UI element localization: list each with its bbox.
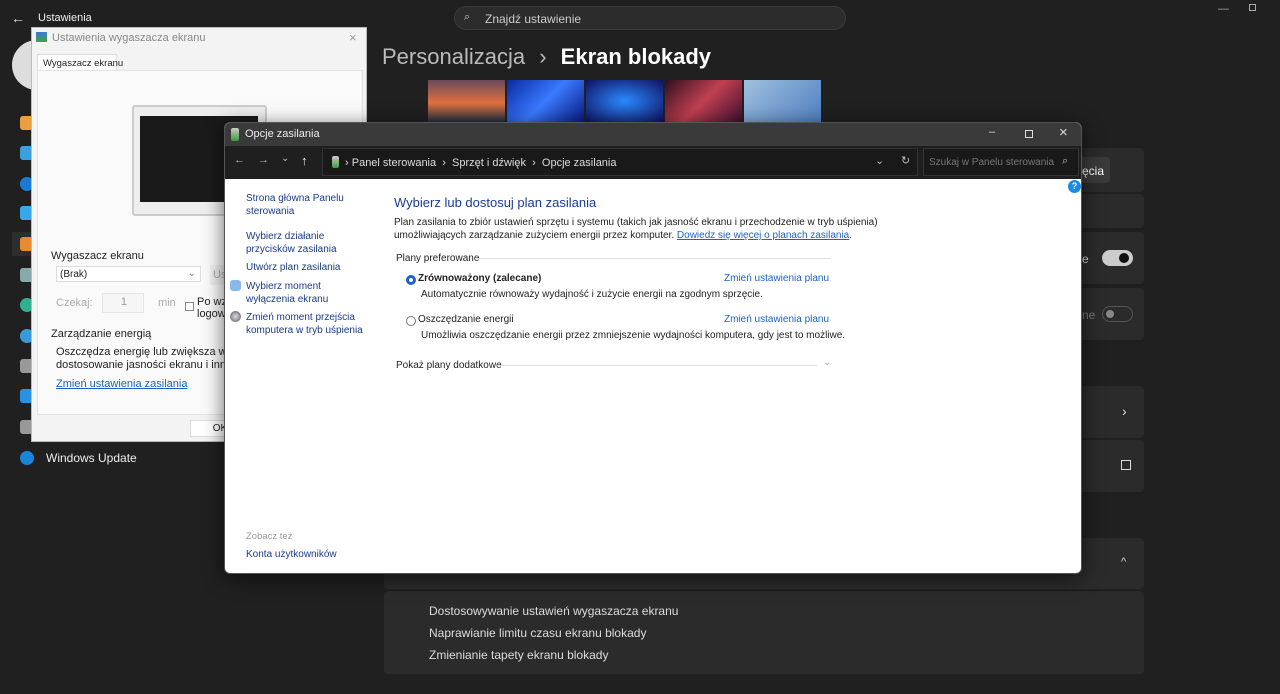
page-title: Ekran blokady bbox=[560, 44, 712, 69]
refresh-icon[interactable]: ↻ bbox=[901, 154, 910, 167]
update-icon bbox=[20, 451, 34, 465]
breadcrumb: › Panel sterowania › Sprzęt i dźwięk › O… bbox=[345, 157, 617, 169]
minimize-button[interactable]: — bbox=[1218, 3, 1229, 15]
left-link-display-off[interactable]: Wybierz moment wyłączenia ekranu bbox=[246, 280, 371, 306]
maximize-button[interactable] bbox=[1249, 4, 1256, 11]
divider bbox=[497, 365, 817, 366]
left-link-home[interactable]: Strona główna Panelu sterowania bbox=[246, 192, 356, 218]
related-link[interactable]: Dostosowywanie ustawień wygaszacza ekran… bbox=[429, 604, 678, 618]
related-link[interactable]: Zmienianie tapety ekranu blokady bbox=[429, 648, 608, 662]
back-icon[interactable]: ← bbox=[234, 154, 245, 166]
chevron-right-icon: › bbox=[1122, 403, 1127, 419]
help-icon[interactable]: ? bbox=[1068, 180, 1081, 193]
nav-bar: ← → ⌄ ↑ › Panel sterowania › Sprzęt i dź… bbox=[225, 146, 1081, 179]
forward-icon[interactable]: → bbox=[258, 154, 269, 166]
display-icon bbox=[230, 280, 241, 291]
intro-text: umożliwiających zarządzanie zużyciem ene… bbox=[394, 230, 853, 241]
wait-label: Czekaj: bbox=[56, 297, 93, 309]
screensaver-select[interactable]: (Brak) ⌄ bbox=[56, 266, 201, 282]
close-button[interactable]: × bbox=[349, 30, 357, 45]
plan-radio-balanced[interactable] bbox=[406, 275, 416, 285]
recent-dropdown-icon[interactable]: ⌄ bbox=[281, 153, 289, 164]
app-title: Ustawienia bbox=[38, 12, 92, 24]
left-link-create-plan[interactable]: Utwórz plan zasilania bbox=[246, 262, 341, 273]
search-input[interactable]: Szukaj w Panelu sterowania ⌕ bbox=[923, 148, 1079, 176]
learn-more-link[interactable]: Dowiedz się więcej o planach zasilania bbox=[677, 230, 849, 241]
wallpaper-thumb[interactable] bbox=[507, 80, 584, 122]
select-value: (Brak) bbox=[60, 269, 88, 280]
battery-icon bbox=[332, 156, 339, 168]
group-label: Wygaszacz ekranu bbox=[51, 250, 144, 262]
page-heading: Wybierz lub dostosuj plan zasilania bbox=[394, 195, 597, 210]
see-also-label: Zobacz też bbox=[246, 531, 293, 542]
resume-checkbox[interactable] bbox=[185, 302, 194, 311]
left-link-sleep[interactable]: Zmień moment przejścia komputera w tryb … bbox=[246, 311, 371, 337]
plan-name: Zrównoważony (zalecane) bbox=[418, 273, 542, 284]
change-plan-link[interactable]: Zmień ustawienia planu bbox=[724, 314, 829, 325]
plan-desc: Umożliwia oszczędzanie energii przez zmn… bbox=[421, 330, 846, 341]
change-plan-link[interactable]: Zmień ustawienia planu bbox=[724, 273, 829, 284]
search-icon: ⌕ bbox=[464, 11, 471, 23]
battery-icon bbox=[231, 128, 239, 141]
left-link-power-buttons[interactable]: Wybierz działanie przycisków zasilania bbox=[246, 230, 371, 256]
plan-desc: Automatycznie równoważy wydajność i zuży… bbox=[421, 289, 763, 300]
user-accounts-link[interactable]: Konta użytkowników bbox=[246, 549, 337, 560]
wallpaper-thumb[interactable] bbox=[586, 80, 663, 122]
maximize-button[interactable] bbox=[1025, 130, 1033, 138]
wait-unit: min bbox=[158, 297, 176, 309]
breadcrumb-parent[interactable]: Personalizacja bbox=[382, 44, 525, 69]
screensaver-app-icon bbox=[36, 32, 47, 42]
plan-name: Oszczędzanie energii bbox=[418, 314, 514, 325]
toggle-label: ne bbox=[1082, 308, 1096, 322]
up-icon[interactable]: ↑ bbox=[301, 153, 308, 168]
show-more-plans[interactable]: Pokaż plany dodatkowe bbox=[396, 360, 502, 371]
breadcrumb: Personalizacja › Ekran blokady bbox=[382, 44, 711, 70]
tab-screensaver[interactable]: Wygaszacz ekranu bbox=[37, 54, 123, 70]
plan-radio-power-saver[interactable] bbox=[406, 316, 416, 326]
toggle-label: e bbox=[1082, 252, 1089, 266]
external-link-icon bbox=[1121, 460, 1131, 470]
minimize-button[interactable]: – bbox=[989, 126, 995, 138]
related-link[interactable]: Naprawianie limitu czasu ekranu blokady bbox=[429, 626, 646, 640]
change-power-settings-link[interactable]: Zmień ustawienia zasilania bbox=[56, 378, 187, 390]
wallpaper-thumb[interactable] bbox=[665, 80, 742, 122]
search-placeholder: Znajdź ustawienie bbox=[485, 12, 582, 26]
chevron-down-icon[interactable]: ⌄ bbox=[875, 154, 884, 167]
chevron-up-icon: ^ bbox=[1121, 556, 1127, 568]
intro-text: Plan zasilania to zbiór ustawień sprzętu… bbox=[394, 217, 878, 228]
toggle-off[interactable] bbox=[1102, 306, 1133, 322]
search-placeholder: Szukaj w Panelu sterowania bbox=[929, 157, 1055, 168]
wallpaper-thumb[interactable] bbox=[428, 80, 505, 122]
chevron-down-icon: ⌄ bbox=[187, 268, 196, 279]
title-bar: Opcje zasilania – × bbox=[225, 123, 1081, 146]
sidebar-item-label: Windows Update bbox=[46, 451, 137, 465]
sleep-icon bbox=[230, 311, 241, 322]
preferred-plans-label: Plany preferowane bbox=[396, 253, 480, 264]
wallpaper-thumb[interactable] bbox=[744, 80, 821, 122]
divider bbox=[475, 258, 831, 259]
search-box[interactable]: ⌕ Znajdź ustawienie bbox=[454, 6, 846, 30]
power-options-window: Opcje zasilania – × ← → ⌄ ↑ › Panel ster… bbox=[224, 122, 1082, 574]
close-button[interactable]: × bbox=[1059, 124, 1068, 141]
search-icon: ⌕ bbox=[1062, 155, 1069, 167]
group-label: Zarządzanie energią bbox=[51, 328, 152, 340]
toggle-on[interactable] bbox=[1102, 250, 1133, 266]
back-icon[interactable]: ← bbox=[11, 10, 25, 26]
wait-spinner[interactable]: 1 bbox=[102, 293, 144, 313]
address-bar[interactable]: › Panel sterowania › Sprzęt i dźwięk › O… bbox=[322, 148, 918, 176]
dialog-title: Ustawienia wygaszacza ekranu bbox=[52, 32, 206, 44]
chevron-down-icon[interactable]: ⌄ bbox=[823, 357, 831, 368]
window-title: Opcje zasilania bbox=[245, 128, 320, 140]
chevron-right-icon: › bbox=[539, 44, 547, 69]
